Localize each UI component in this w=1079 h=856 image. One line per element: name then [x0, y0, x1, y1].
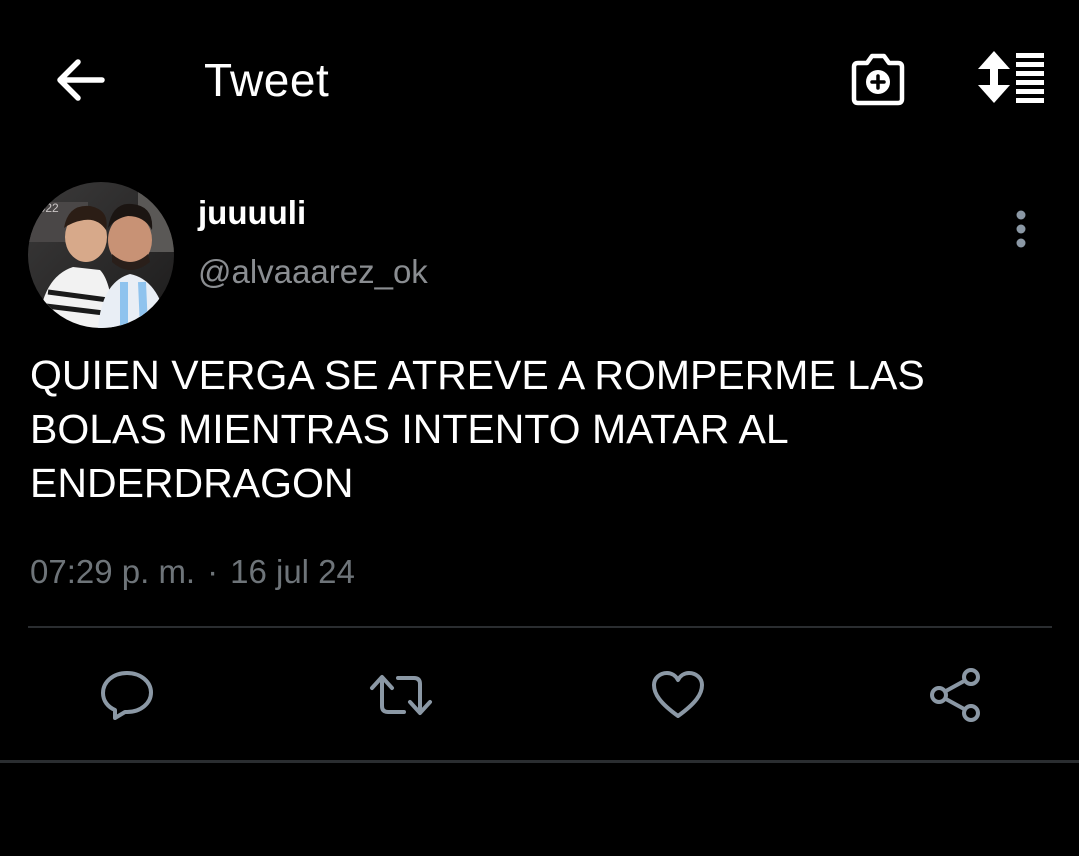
tweet-text: QUIEN VERGA SE ATREVE A ROMPERME LAS BOL… [30, 352, 925, 506]
share-icon [930, 668, 980, 722]
page-title: Tweet [204, 54, 330, 106]
meta-separator: · [207, 553, 219, 590]
camera-plus-icon [851, 53, 905, 106]
camera-button[interactable] [842, 46, 914, 112]
avatar[interactable]: 2022 [28, 182, 174, 328]
share-button[interactable] [920, 660, 990, 730]
back-button[interactable] [40, 45, 120, 115]
tweet-date: 16 jul 24 [230, 553, 355, 590]
sort-button[interactable] [970, 44, 1054, 110]
author-display-name[interactable]: juuuuli [198, 193, 306, 233]
arrow-left-icon [57, 59, 105, 101]
more-options-button[interactable] [996, 200, 1046, 258]
tweet-time: 07:29 p. m. [30, 553, 196, 590]
reply-button[interactable] [92, 660, 162, 730]
author-handle[interactable]: @alvaaarez_ok [198, 252, 428, 292]
retweet-icon [370, 675, 432, 715]
svg-text:2022: 2022 [32, 201, 59, 215]
reply-icon [101, 671, 153, 720]
heart-icon [652, 671, 704, 718]
like-button[interactable] [643, 660, 713, 730]
divider [28, 626, 1052, 628]
sort-list-icon [978, 51, 1044, 103]
more-vertical-icon [1016, 210, 1026, 248]
bottom-divider [0, 760, 1079, 763]
avatar-photo: 2022 [28, 182, 174, 328]
retweet-button[interactable] [366, 660, 436, 730]
tweet-timestamp: 07:29 p. m. · 16 jul 24 [30, 552, 355, 592]
